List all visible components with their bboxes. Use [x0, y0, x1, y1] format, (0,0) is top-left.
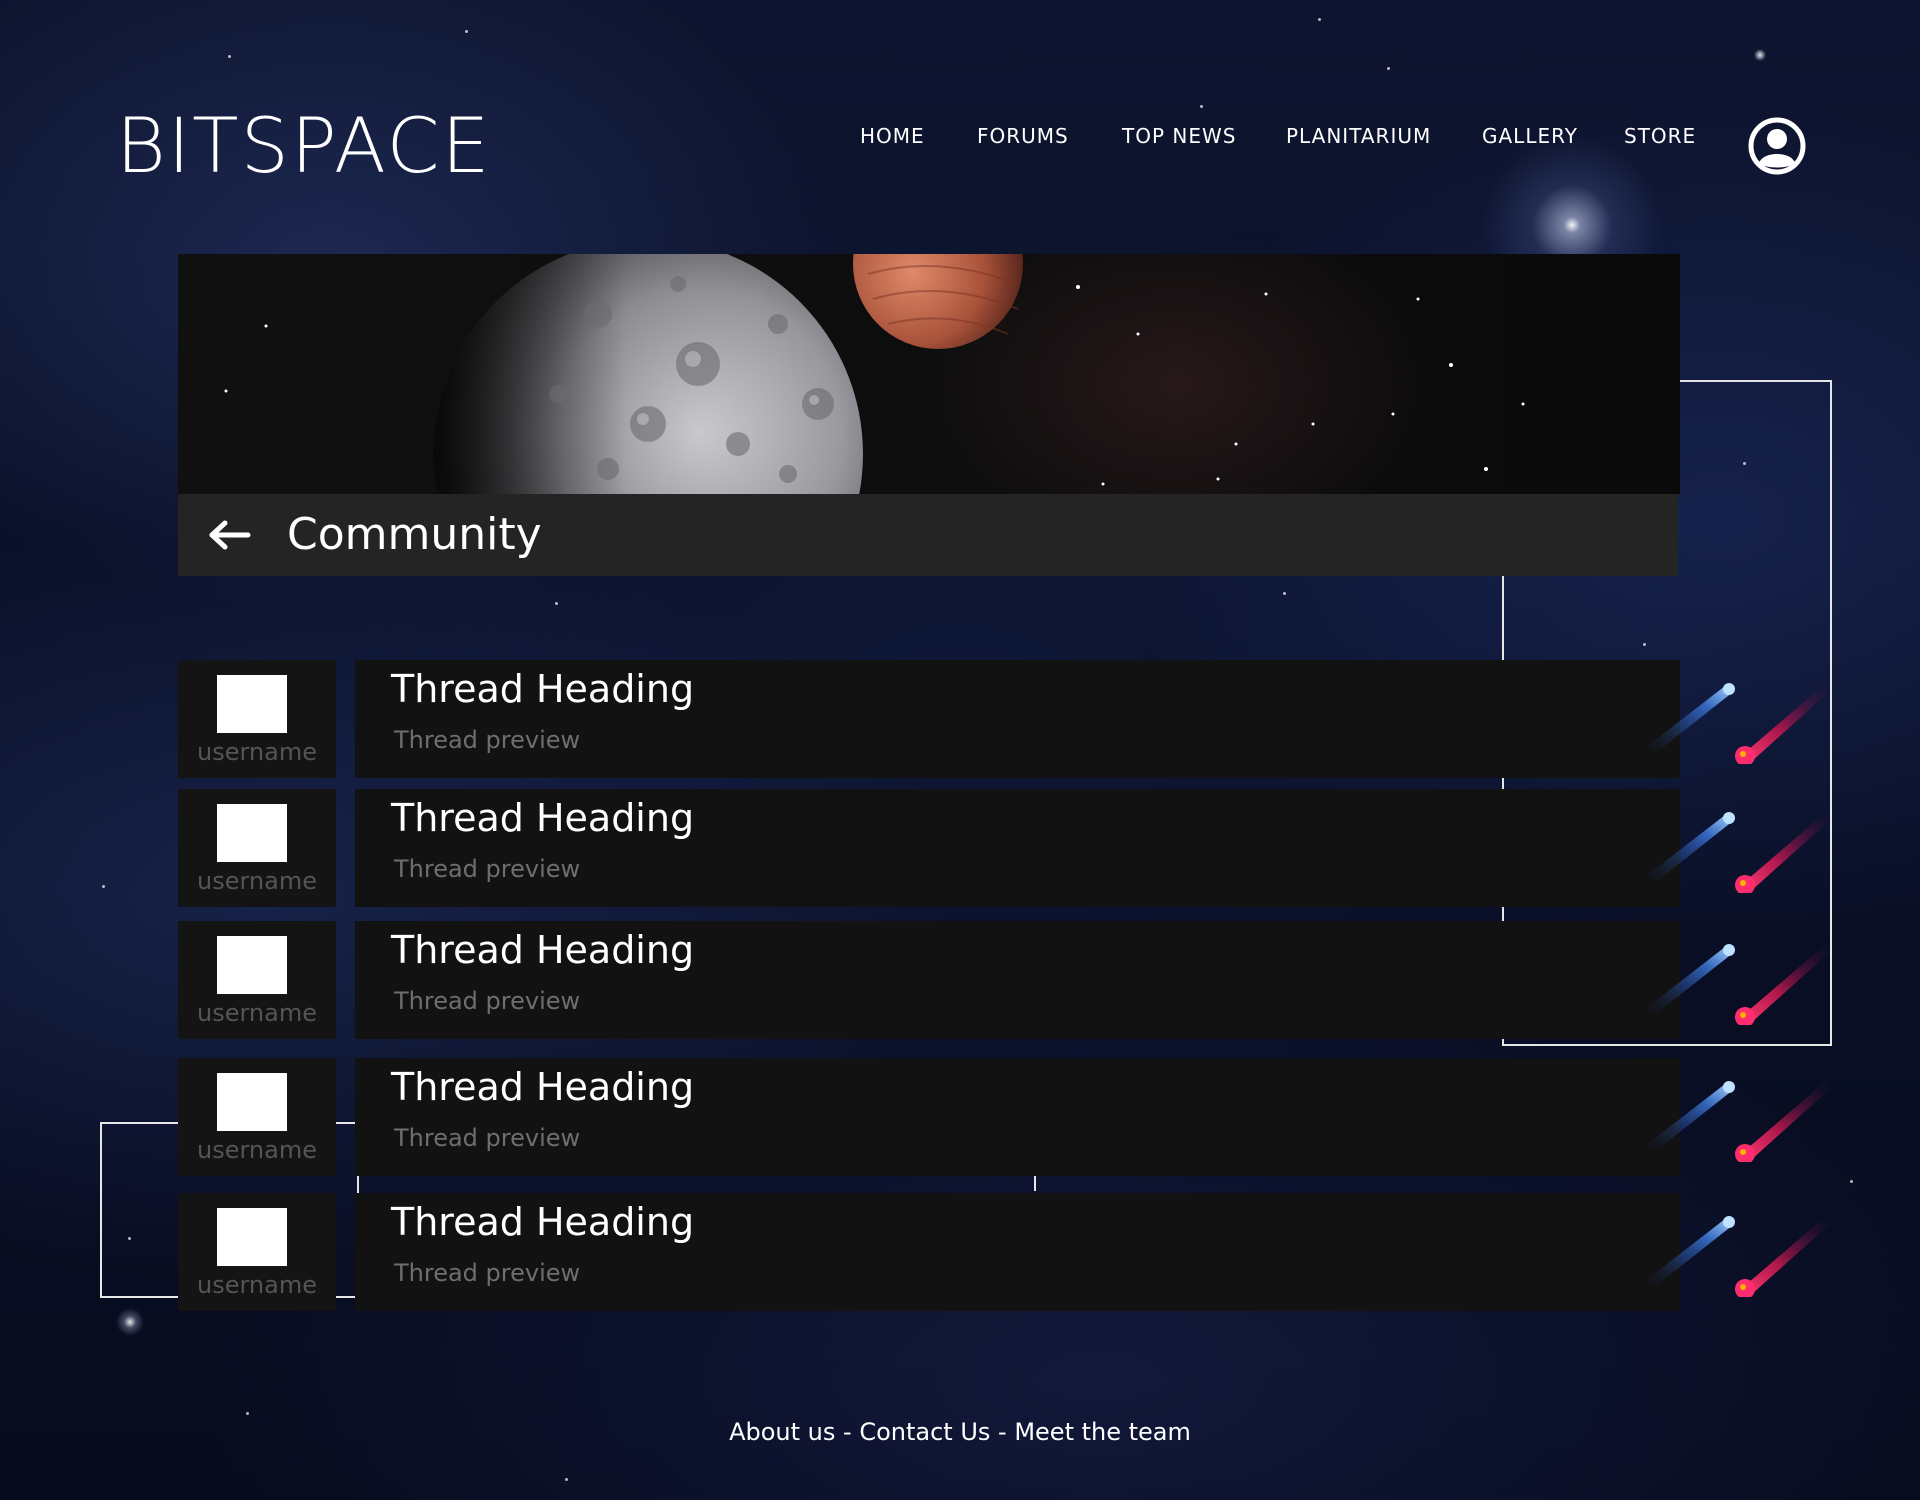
comet-icon: [1645, 807, 1855, 895]
thread-card[interactable]: Thread Heading Thread preview: [355, 660, 1831, 778]
comet-icon: [1645, 939, 1855, 1027]
thread-row: username Thread Heading Thread preview: [178, 789, 1831, 907]
thread-author[interactable]: username: [178, 1058, 336, 1176]
star: [1387, 67, 1390, 70]
avatar[interactable]: [217, 1073, 287, 1131]
nav-planitarium[interactable]: PLANITARIUM: [1286, 124, 1431, 148]
avatar[interactable]: [217, 675, 287, 733]
thread-row: username Thread Heading Thread preview: [178, 1193, 1831, 1311]
star: [465, 30, 468, 33]
username[interactable]: username: [178, 867, 336, 895]
thread-heading[interactable]: Thread Heading: [391, 666, 694, 712]
user-circle-icon[interactable]: [1748, 117, 1806, 175]
star: [102, 885, 105, 888]
star: [1200, 105, 1203, 108]
thread-heading[interactable]: Thread Heading: [391, 795, 694, 841]
thread-author[interactable]: username: [178, 660, 336, 778]
star: [555, 602, 558, 605]
thread-heading[interactable]: Thread Heading: [391, 1199, 694, 1245]
thread-preview: Thread preview: [394, 1259, 581, 1287]
comet-icon: [1645, 1211, 1855, 1299]
thread-preview: Thread preview: [394, 987, 581, 1015]
star: [1283, 592, 1286, 595]
thread-author[interactable]: username: [178, 1193, 336, 1311]
avatar[interactable]: [217, 936, 287, 994]
thread-preview: Thread preview: [394, 1124, 581, 1152]
footer-separator: -: [990, 1418, 1015, 1446]
arrow-left-icon[interactable]: [208, 518, 252, 552]
comet-icon: [1645, 678, 1855, 766]
thread-author[interactable]: username: [178, 921, 336, 1039]
footer-separator: -: [835, 1418, 860, 1446]
nav-top-news[interactable]: TOP NEWS: [1122, 124, 1236, 148]
thread-card[interactable]: Thread Heading Thread preview: [355, 1058, 1831, 1176]
footer: About us - Contact Us - Meet the team: [0, 1418, 1920, 1446]
star: [228, 55, 231, 58]
nav-gallery[interactable]: GALLERY: [1482, 124, 1578, 148]
star: [246, 1412, 249, 1415]
site-logo[interactable]: BITSPACE: [116, 108, 492, 184]
thread-row: username Thread Heading Thread preview: [178, 660, 1831, 778]
thread-card[interactable]: Thread Heading Thread preview: [355, 1193, 1831, 1311]
avatar[interactable]: [217, 1208, 287, 1266]
footer-team-link[interactable]: Meet the team: [1014, 1418, 1191, 1446]
comet-icon: [1645, 1076, 1855, 1164]
username[interactable]: username: [178, 999, 336, 1027]
star: [128, 1237, 131, 1240]
username[interactable]: username: [178, 738, 336, 766]
username[interactable]: username: [178, 1271, 336, 1299]
thread-row: username Thread Heading Thread preview: [178, 921, 1831, 1039]
thread-card[interactable]: Thread Heading Thread preview: [355, 921, 1831, 1039]
star: [1743, 462, 1746, 465]
thread-author[interactable]: username: [178, 789, 336, 907]
nav-home[interactable]: HOME: [860, 124, 925, 148]
thread-preview: Thread preview: [394, 855, 581, 883]
thread-card[interactable]: Thread Heading Thread preview: [355, 789, 1831, 907]
footer-about-link[interactable]: About us: [729, 1418, 835, 1446]
username[interactable]: username: [178, 1136, 336, 1164]
page-header-bar: Community: [178, 494, 1678, 576]
nav-forums[interactable]: FORUMS: [977, 124, 1069, 148]
star: [1643, 643, 1646, 646]
footer-contact-link[interactable]: Contact Us: [859, 1418, 990, 1446]
star: [1318, 18, 1321, 21]
decorative-line: [1034, 1175, 1036, 1191]
community-banner-image: [178, 254, 1680, 494]
avatar[interactable]: [217, 804, 287, 862]
thread-preview: Thread preview: [394, 726, 581, 754]
thread-heading[interactable]: Thread Heading: [391, 927, 694, 973]
page-title: Community: [287, 509, 542, 560]
thread-heading[interactable]: Thread Heading: [391, 1064, 694, 1110]
nav-store[interactable]: STORE: [1624, 124, 1696, 148]
star: [1850, 1180, 1853, 1183]
star: [565, 1478, 568, 1481]
thread-row: username Thread Heading Thread preview: [178, 1058, 1831, 1176]
